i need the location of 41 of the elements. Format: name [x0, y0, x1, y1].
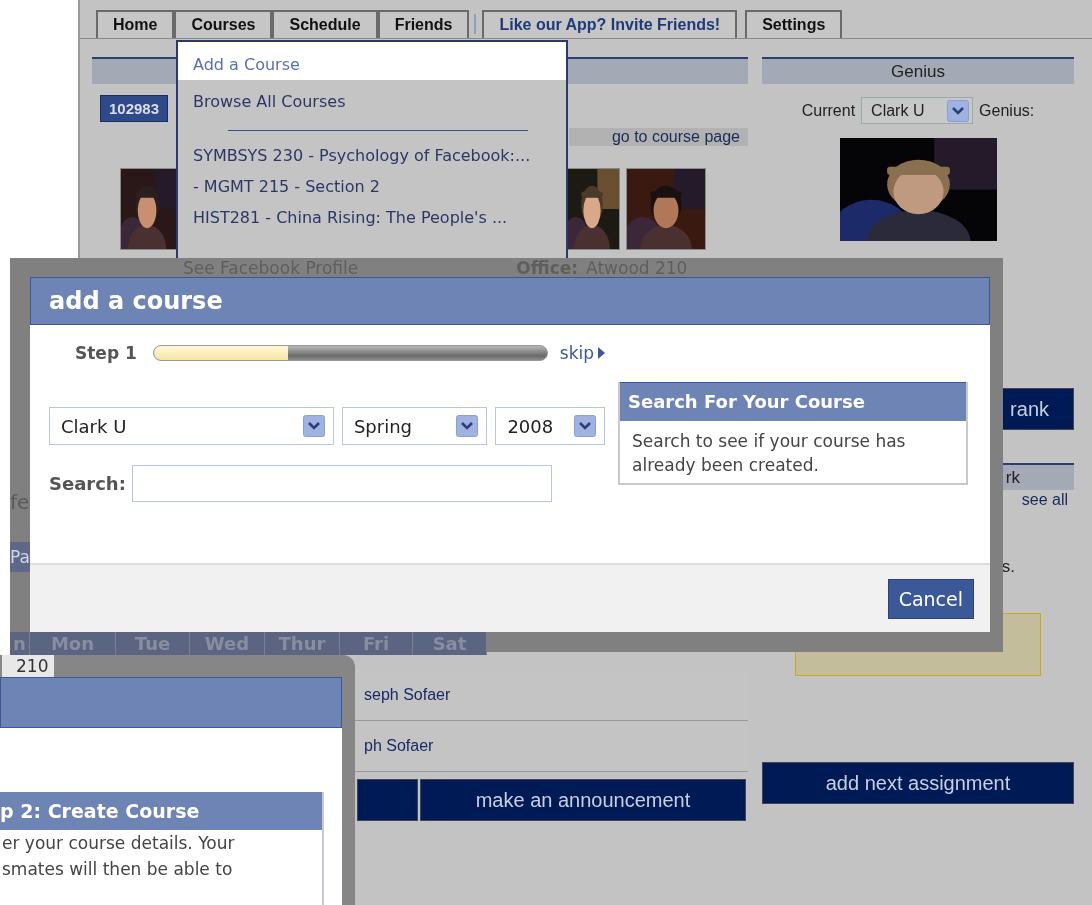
announcement-button[interactable]: make an announcement [420, 779, 746, 821]
tip-title: Search For Your Course [620, 382, 966, 421]
dropdown[interactable]: Clark U [49, 407, 334, 445]
tab[interactable]: Home [96, 10, 175, 38]
faded-text: 210 [0, 655, 55, 677]
skip-link[interactable]: skip [559, 343, 605, 363]
tip-title: p 2: Create Course [0, 792, 322, 830]
chevron-icon [947, 99, 970, 122]
tip-text: er your course details. Your [1, 832, 236, 855]
tab[interactable]: Friends [377, 10, 470, 38]
cancel-button[interactable]: Cancel [887, 578, 974, 619]
chevron-icon [302, 415, 325, 437]
menu-item[interactable]: Browse All Courses [178, 86, 566, 118]
panel-button[interactable] [357, 779, 418, 821]
course-menu-item[interactable]: - MGMT 215 - Section 2 [178, 178, 566, 195]
faded-text: Pa [10, 542, 30, 572]
search-label: Search: [49, 473, 126, 494]
note-text: s. [1000, 557, 1016, 577]
tab[interactable]: Courses [174, 10, 273, 38]
tip-text: smates will then be able to [1, 858, 234, 881]
genius-label: Genius: [979, 101, 1035, 120]
menu-item[interactable]: Add a Course [178, 42, 566, 80]
tab[interactable]: Settings [745, 10, 843, 38]
tab[interactable]: Like our App? Invite Friends! [482, 10, 738, 38]
panel-title: Genius [762, 57, 1074, 84]
chevron-icon [574, 415, 596, 437]
course-tab[interactable]: 102983 [100, 95, 169, 122]
triangle-icon [598, 347, 605, 359]
tab[interactable]: Schedule [272, 10, 378, 38]
dialog-title: add a course [30, 277, 990, 325]
chevron-icon [456, 415, 479, 437]
current-label: Current [801, 101, 856, 120]
dropdown[interactable]: Spring [341, 407, 488, 445]
course-page-link[interactable]: go to course page [569, 128, 748, 146]
search-field[interactable] [131, 465, 552, 502]
add-assignment-button[interactable]: add next assignment [762, 762, 1074, 804]
dropdown[interactable]: 2008 [495, 407, 605, 445]
course-menu-item[interactable]: SYMBSYS 230 - Psychology of Facebook:... [178, 147, 566, 164]
school-select[interactable]: Clark U [861, 97, 974, 124]
course-menu-item[interactable]: HIST281 - China Rising: The People's ... [178, 209, 566, 226]
step-label: Step 1 [75, 343, 138, 363]
